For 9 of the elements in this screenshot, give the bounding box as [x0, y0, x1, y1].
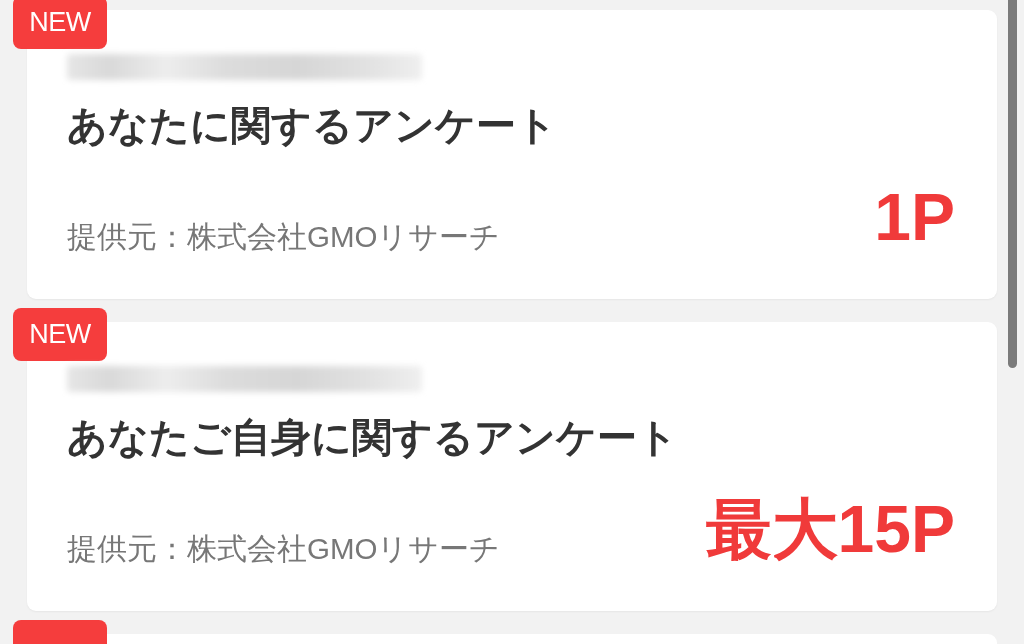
survey-title: あなたご自身に関するアンケート — [67, 414, 679, 461]
points-reward: 最大15P — [705, 495, 955, 563]
points-reward: 1P — [874, 183, 955, 251]
provider-text: 提供元：株式会社GMOリサーチ — [67, 531, 501, 567]
provider-text: 提供元：株式会社GMOリサーチ — [67, 219, 501, 255]
new-badge: NEW — [13, 308, 107, 361]
scrollbar-thumb[interactable] — [1008, 0, 1017, 368]
new-badge: NEW — [13, 0, 107, 49]
survey-title: あなたに関するアンケート — [67, 102, 558, 149]
